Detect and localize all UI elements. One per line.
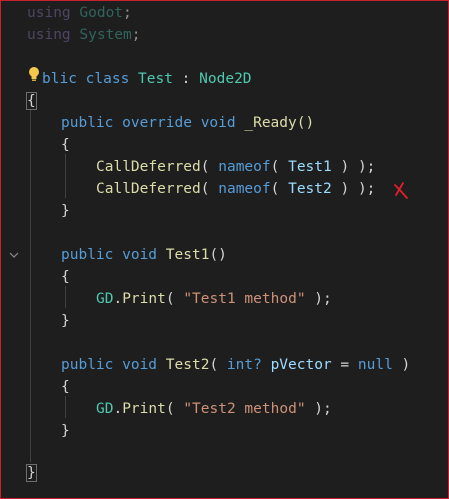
keyword: class xyxy=(76,71,139,87)
punct: ( xyxy=(209,357,227,373)
code-editor[interactable]: using Godot; using System; blic class Te… xyxy=(0,0,449,499)
keyword: int? xyxy=(226,357,262,373)
punct: ( xyxy=(270,159,289,175)
keyword: void xyxy=(113,357,166,373)
class-ref: GD xyxy=(96,291,114,307)
code-line-8: CallDeferred( nameof( Test1 ) ); xyxy=(96,156,375,178)
code-line-5: { xyxy=(26,90,37,112)
punct: () xyxy=(209,247,227,263)
code-line-20: } xyxy=(61,420,70,442)
namespace: Godot xyxy=(79,5,124,21)
punct: : xyxy=(172,71,200,87)
code-line-12: public void Test1() xyxy=(61,244,227,266)
namespace: System xyxy=(79,27,132,43)
method-name: Test2 xyxy=(165,357,210,373)
code-line-14: GD.Print( "Test1 method" ); xyxy=(96,288,332,310)
class-name: Test xyxy=(138,71,173,87)
open-brace: { xyxy=(26,92,37,110)
brace: } xyxy=(61,423,70,439)
method-call: CallDeferred xyxy=(96,159,201,175)
string-literal: "Test1 method" xyxy=(183,291,306,307)
base-type: Node2D xyxy=(199,71,252,87)
punct: ( xyxy=(165,401,184,417)
keyword: public xyxy=(61,115,114,131)
punct: = xyxy=(331,357,358,373)
punct: ( xyxy=(200,181,219,197)
code-line-2: using System; xyxy=(27,24,141,46)
punct: ; xyxy=(131,27,141,43)
method-name: Test1 xyxy=(165,247,210,263)
method-call: Print xyxy=(122,291,166,307)
lightbulb-icon[interactable] xyxy=(27,66,41,82)
punct: ( xyxy=(270,181,289,197)
x-mark-icon xyxy=(394,182,408,199)
method-call: CallDeferred xyxy=(96,181,201,197)
code-line-10: } xyxy=(61,200,70,222)
keyword: void xyxy=(113,247,166,263)
punct: ) xyxy=(392,357,411,373)
keyword: null xyxy=(357,357,393,373)
chevron-down-icon[interactable] xyxy=(9,250,19,260)
punct: ); xyxy=(305,401,332,417)
punct: ( xyxy=(200,159,219,175)
close-brace: } xyxy=(26,464,37,482)
punct: ; xyxy=(123,5,132,21)
method-name: _Ready() xyxy=(235,115,315,131)
code-line-9: CallDeferred( nameof( Test2 ) ); xyxy=(96,178,375,200)
brace: { xyxy=(61,379,70,395)
indent-guide xyxy=(65,396,66,418)
code-line-13: { xyxy=(61,266,70,288)
keyword-partial: blic xyxy=(42,71,77,87)
punct: ) ); xyxy=(331,159,376,175)
keyword: nameof xyxy=(218,181,271,197)
keyword: public xyxy=(61,357,114,373)
brace: } xyxy=(61,313,70,329)
identifier: Test1 xyxy=(288,159,332,175)
keyword: void xyxy=(200,115,236,131)
keyword: using xyxy=(27,27,71,43)
brace: { xyxy=(61,137,70,153)
punct: ); xyxy=(305,291,332,307)
parameter: pVector xyxy=(270,357,332,373)
keyword: using xyxy=(27,5,71,21)
class-ref: GD xyxy=(96,401,114,417)
brace: { xyxy=(61,269,70,285)
punct: . xyxy=(113,401,123,417)
indent-guide xyxy=(65,286,66,308)
punct: ( xyxy=(165,291,184,307)
code-line-1: using Godot; xyxy=(27,2,132,24)
code-line-17: public void Test2( int? pVector = null ) xyxy=(61,354,410,376)
punct: ) ); xyxy=(331,181,376,197)
method-call: Print xyxy=(122,401,166,417)
code-line-18: { xyxy=(61,376,70,398)
indent-guide xyxy=(65,154,66,198)
keyword: public xyxy=(61,247,114,263)
code-line-4: blic class Test : Node2D xyxy=(42,68,252,90)
code-line-22: } xyxy=(26,462,37,484)
code-line-7: { xyxy=(61,134,70,156)
keyword: override xyxy=(113,115,201,131)
identifier: Test2 xyxy=(288,181,332,197)
punct: . xyxy=(113,291,123,307)
keyword: nameof xyxy=(218,159,271,175)
indent-guide xyxy=(30,110,31,462)
code-line-19: GD.Print( "Test2 method" ); xyxy=(96,398,332,420)
brace: } xyxy=(61,203,70,219)
code-line-15: } xyxy=(61,310,70,332)
code-line-6: public override void _Ready() xyxy=(61,112,314,134)
string-literal: "Test2 method" xyxy=(183,401,306,417)
